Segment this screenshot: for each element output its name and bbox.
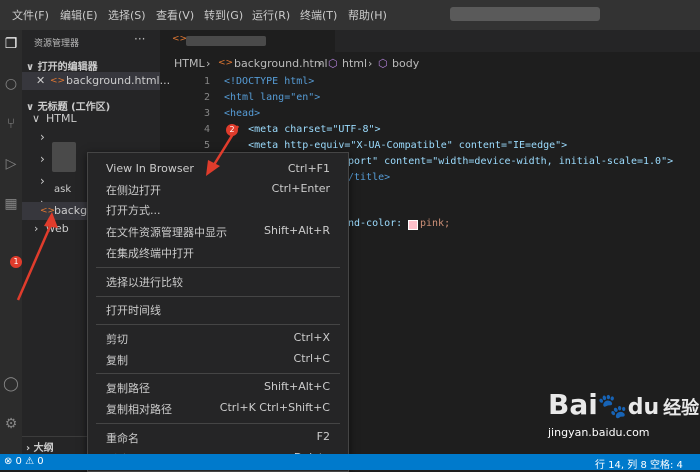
annotation-arrowhead-1: [44, 212, 58, 228]
annotation-marker-1: 1: [10, 256, 22, 268]
annotation-arrow-1: [16, 221, 54, 301]
annotation-arrowhead-2: [206, 160, 220, 176]
baidu-watermark-logo: Bai🐾du 经验: [548, 388, 699, 421]
paw-icon: 🐾: [597, 392, 628, 420]
watermark-logo-text: Bai: [548, 388, 598, 421]
watermark-url: jingyan.baidu.com: [548, 426, 650, 439]
watermark-text: 经验: [663, 398, 700, 419]
annotation-marker-2: 2: [226, 124, 238, 136]
watermark-logo-text2: du: [627, 395, 660, 420]
